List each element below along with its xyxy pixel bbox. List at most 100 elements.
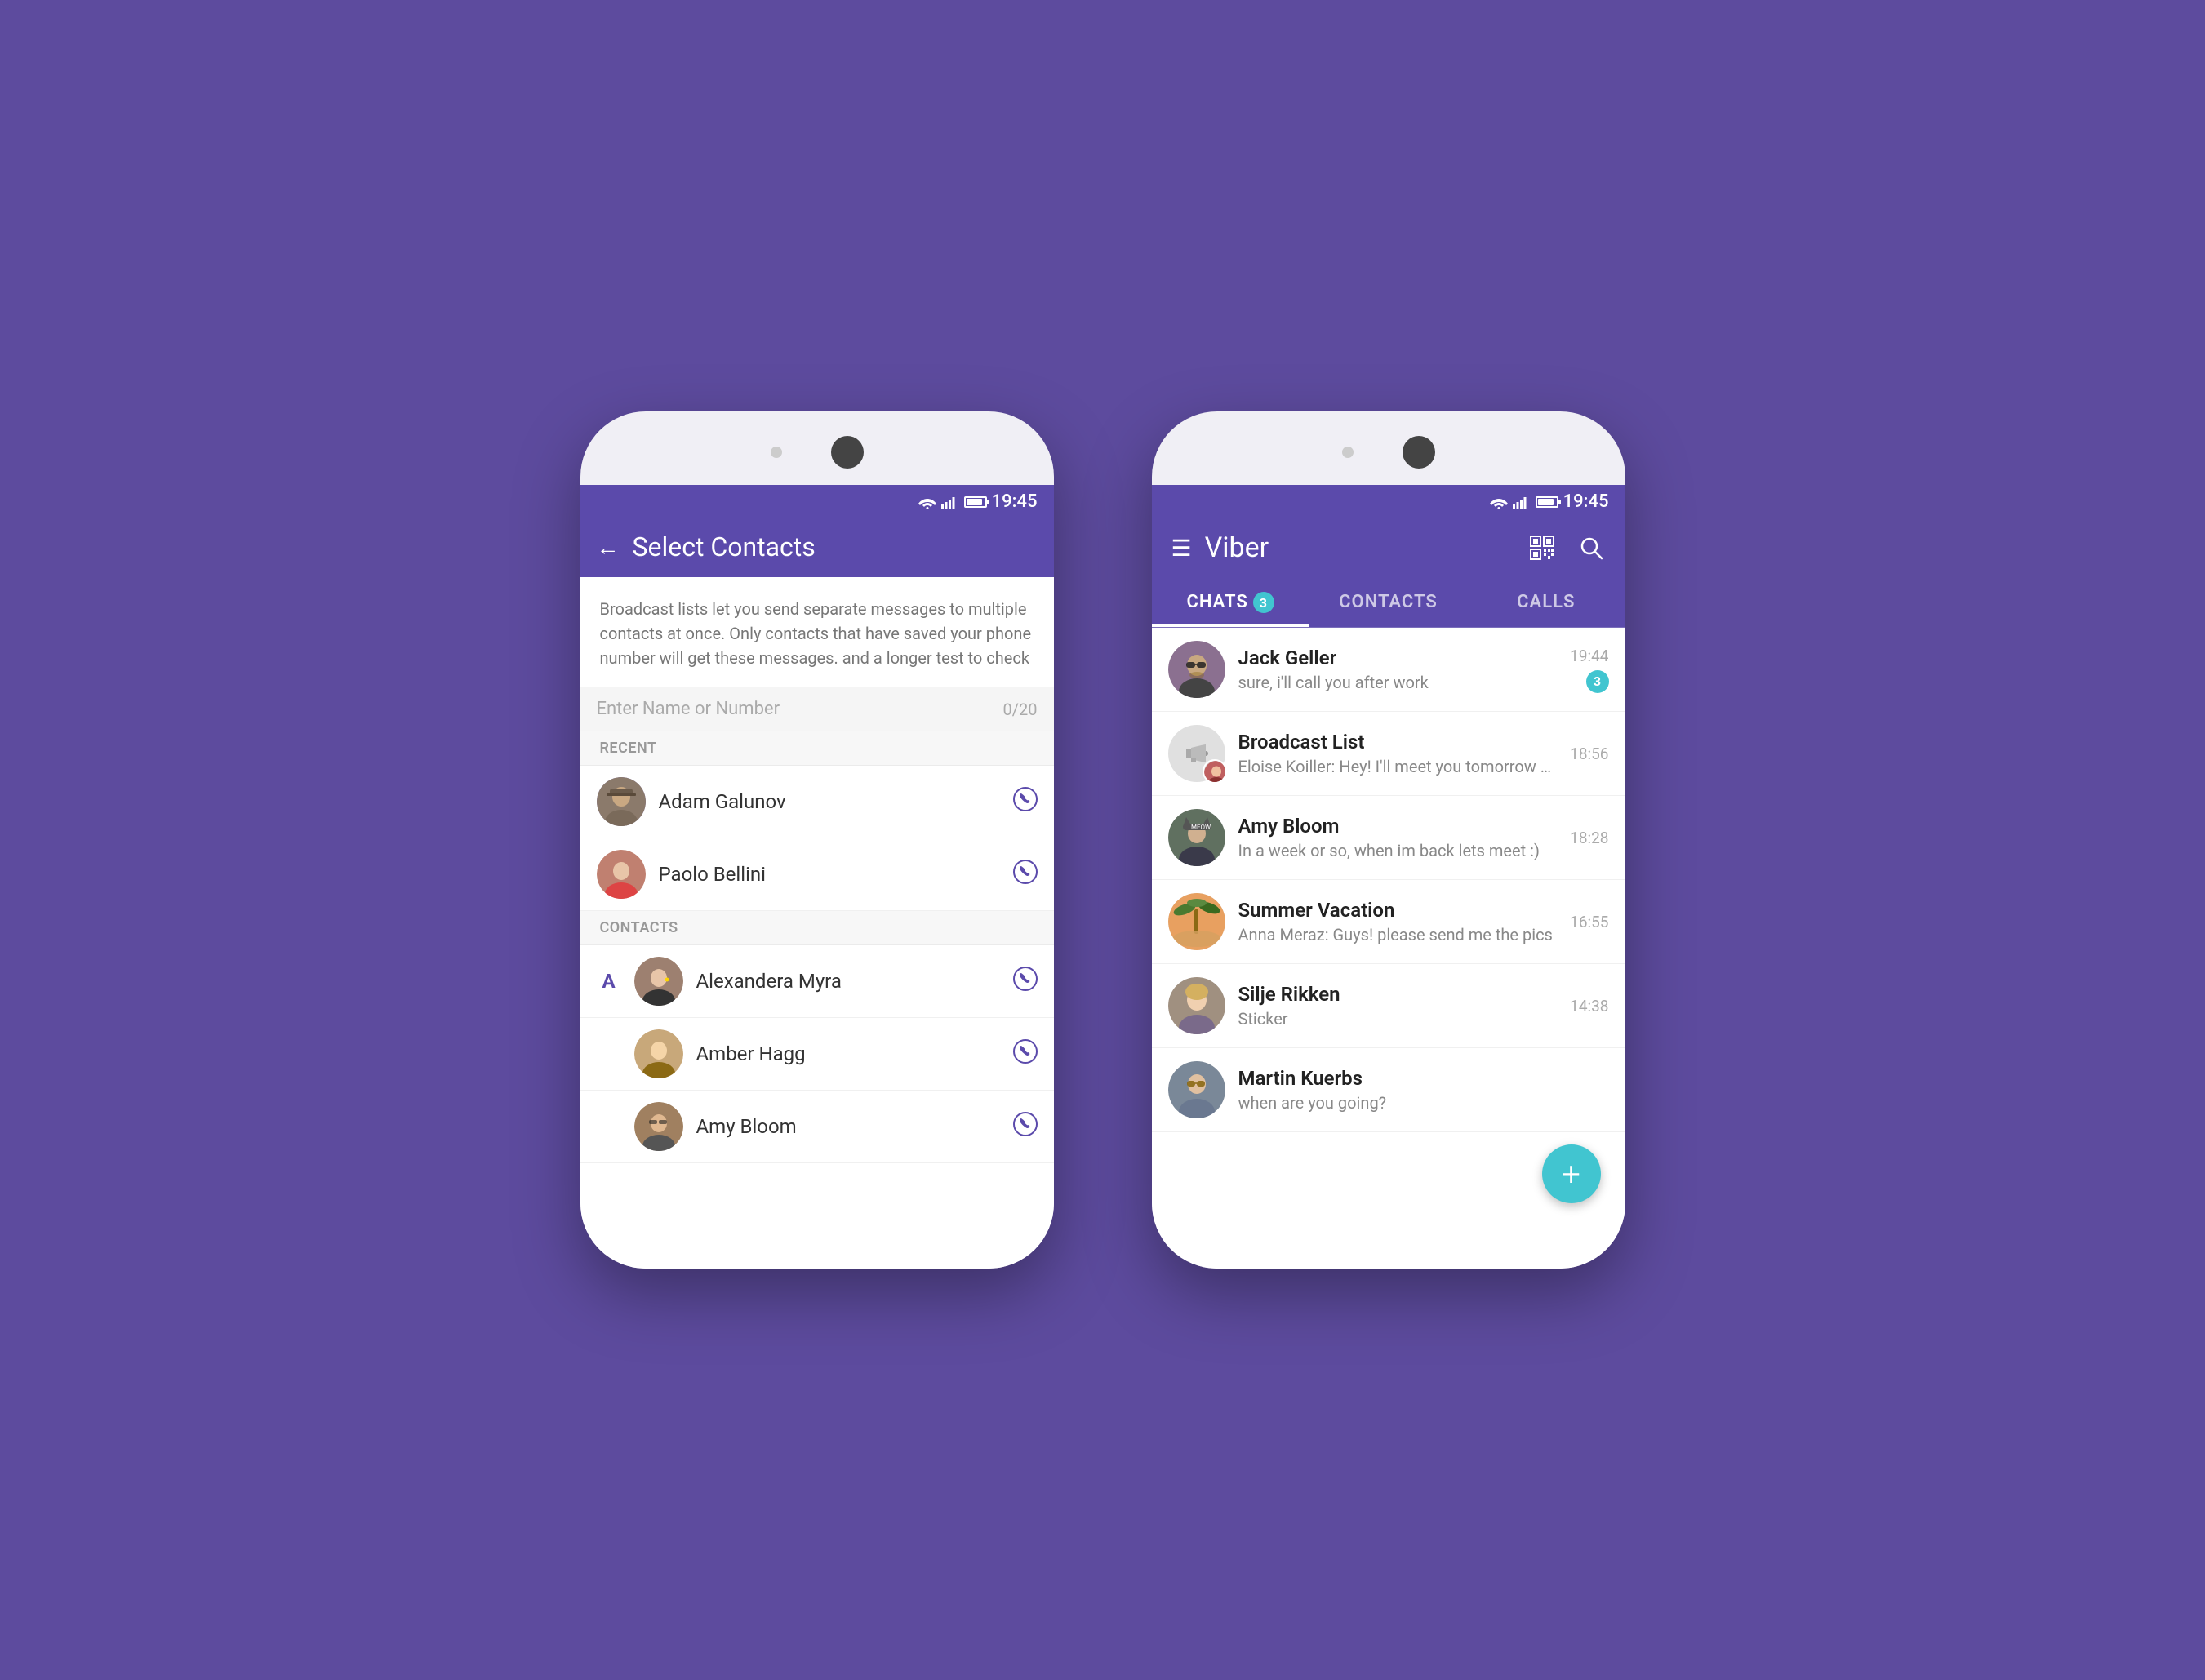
chat-preview: Anna Meraz: Guys! please send me the pic… xyxy=(1238,925,1558,944)
viber-phone-icon xyxy=(1013,1039,1038,1064)
chat-time: 16:55 xyxy=(1570,913,1608,931)
viber-header-left: ☰ Viber xyxy=(1171,531,1269,564)
phone-viber-chats: 19:45 ☰ Viber xyxy=(1152,411,1625,1269)
avatar xyxy=(1168,893,1225,950)
amy-chat-avatar: MEOW xyxy=(1168,809,1225,866)
chat-info: Martin Kuerbs when are you going? xyxy=(1238,1067,1596,1113)
jack-avatar xyxy=(1168,641,1225,698)
wifi-icon xyxy=(1490,496,1508,509)
avatar xyxy=(634,1029,683,1078)
viber-phone-icon xyxy=(1013,967,1038,991)
svg-text:MEOW: MEOW xyxy=(1191,824,1211,831)
summer-vacation-avatar xyxy=(1168,893,1225,950)
chat-name: Broadcast List xyxy=(1238,731,1558,753)
front-camera xyxy=(1342,447,1354,458)
chat-preview: Eloise Koiller: Hey! I'll meet you tomor… xyxy=(1238,757,1558,776)
avatar xyxy=(1168,725,1225,782)
tabs-bar: CHATS3 CONTACTS CALLS xyxy=(1152,579,1625,628)
contact-item[interactable]: A Amber Hagg xyxy=(580,1018,1054,1091)
chat-name: Jack Geller xyxy=(1238,647,1558,669)
avatar: MEOW xyxy=(1168,809,1225,866)
unread-badge: 3 xyxy=(1586,670,1609,693)
contact-item[interactable]: A Amy Bloom xyxy=(580,1091,1054,1163)
info-text: Broadcast lists let you send separate me… xyxy=(580,577,1054,687)
battery-icon xyxy=(964,496,987,508)
search-input[interactable]: Enter Name or Number xyxy=(597,699,780,719)
chat-meta: 18:28 xyxy=(1570,829,1608,847)
paolo-avatar xyxy=(597,850,646,899)
qr-button[interactable] xyxy=(1527,533,1557,562)
martin-avatar xyxy=(1168,1061,1225,1118)
alexandera-avatar xyxy=(634,957,683,1006)
search-area[interactable]: Enter Name or Number 0/20 xyxy=(580,687,1054,731)
chat-item[interactable]: Silje Rikken Sticker 14:38 xyxy=(1152,964,1625,1048)
amber-avatar xyxy=(634,1029,683,1078)
chat-name: Summer Vacation xyxy=(1238,899,1558,922)
viber-call-icon[interactable] xyxy=(1013,1112,1038,1142)
chat-time: 19:44 xyxy=(1570,647,1608,665)
chat-item[interactable]: Jack Geller sure, i'll call you after wo… xyxy=(1152,628,1625,712)
chat-info: Broadcast List Eloise Koiller: Hey! I'll… xyxy=(1238,731,1558,776)
speaker xyxy=(831,436,864,469)
viber-phone-icon xyxy=(1013,1112,1038,1136)
viber-call-icon[interactable] xyxy=(1013,1039,1038,1069)
silje-avatar xyxy=(1168,977,1225,1034)
viber-phone-icon xyxy=(1013,860,1038,884)
chat-item[interactable]: Summer Vacation Anna Meraz: Guys! please… xyxy=(1152,880,1625,964)
signal-icon xyxy=(941,496,956,509)
viber-call-icon[interactable] xyxy=(1013,967,1038,997)
chat-item[interactable]: MEOW Amy Bloom In a week or so, when im … xyxy=(1152,796,1625,880)
avatar xyxy=(634,957,683,1006)
phone-screen: 19:45 ← Select Contacts Broadcast lists … xyxy=(580,485,1054,1269)
chats-badge: 3 xyxy=(1253,592,1274,613)
qr-icon xyxy=(1529,535,1555,561)
status-time: 19:45 xyxy=(1563,491,1609,512)
back-button[interactable]: ← xyxy=(597,534,620,561)
search-button[interactable] xyxy=(1576,533,1606,562)
chat-info: Amy Bloom In a week or so, when im back … xyxy=(1238,815,1558,860)
contact-item[interactable]: A Alexandera Myra xyxy=(580,945,1054,1018)
chat-name: Martin Kuerbs xyxy=(1238,1067,1596,1090)
speaker xyxy=(1403,436,1435,469)
chat-item[interactable]: Martin Kuerbs when are you going? xyxy=(1152,1048,1625,1132)
alpha-letter: A xyxy=(597,970,621,993)
tab-chats[interactable]: CHATS3 xyxy=(1152,579,1309,627)
contact-name: Adam Galunov xyxy=(659,790,1000,813)
contacts-section-label: CONTACTS xyxy=(580,911,1054,945)
fab-compose-button[interactable]: + xyxy=(1542,1144,1601,1203)
tab-calls[interactable]: CALLS xyxy=(1467,579,1625,627)
contact-item[interactable]: Paolo Bellini xyxy=(580,838,1054,911)
contact-item[interactable]: Adam Galunov xyxy=(580,766,1054,838)
page-title: Select Contacts xyxy=(633,531,816,562)
chat-time: 18:28 xyxy=(1570,829,1608,847)
viber-header-right xyxy=(1527,533,1606,562)
recent-contact-list: Adam Galunov Paolo Bellin xyxy=(580,766,1054,1269)
mini-avatar xyxy=(1203,759,1227,784)
chat-item[interactable]: Broadcast List Eloise Koiller: Hey! I'll… xyxy=(1152,712,1625,796)
viber-app-header: ☰ Viber xyxy=(1152,517,1625,579)
chat-meta: 16:55 xyxy=(1570,913,1608,931)
avatar xyxy=(634,1102,683,1151)
viber-call-icon[interactable] xyxy=(1013,860,1038,890)
menu-button[interactable]: ☰ xyxy=(1171,535,1192,562)
avatar xyxy=(597,850,646,899)
eloise-mini-avatar xyxy=(1204,761,1227,784)
chat-info: Silje Rikken Sticker xyxy=(1238,983,1558,1029)
adam-avatar xyxy=(597,777,646,826)
tab-contacts[interactable]: CONTACTS xyxy=(1309,579,1467,627)
viber-phone-icon xyxy=(1013,787,1038,811)
chat-time: 18:56 xyxy=(1570,744,1608,763)
viber-call-icon[interactable] xyxy=(1013,787,1038,817)
app-title: Viber xyxy=(1205,531,1269,564)
chat-info: Jack Geller sure, i'll call you after wo… xyxy=(1238,647,1558,692)
avatar xyxy=(1168,977,1225,1034)
contact-name: Amy Bloom xyxy=(696,1115,1000,1138)
chat-name: Silje Rikken xyxy=(1238,983,1558,1006)
wifi-icon xyxy=(918,496,936,509)
chat-preview: In a week or so, when im back lets meet … xyxy=(1238,841,1558,860)
phone-top-bar xyxy=(1152,411,1625,493)
search-counter: 0/20 xyxy=(1003,700,1038,719)
avatar xyxy=(1168,641,1225,698)
chat-meta: 18:56 xyxy=(1570,744,1608,763)
app-header: ← Select Contacts xyxy=(580,517,1054,577)
